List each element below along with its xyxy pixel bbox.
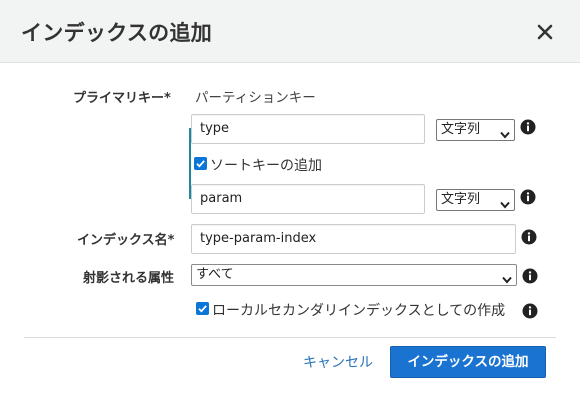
cancel-button[interactable]: キャンセル [303,352,373,372]
lsi-checkbox-row[interactable]: ローカルセカンダリインデックスとしての作成 [196,300,512,319]
partition-key-label: パーティションキー [195,90,316,106]
sort-key-type-value: 文字列 [441,192,481,207]
projected-attributes-value: すべて [196,267,234,282]
dialog-header: インデックスの追加 [0,0,580,63]
partition-key-type-select[interactable]: 文字列 [436,119,515,141]
info-icon[interactable] [522,303,538,319]
sort-key-input[interactable]: param [191,184,425,214]
lsi-checkbox[interactable] [196,302,209,315]
primary-key-label: プライマリキー* [73,91,171,106]
index-name-input[interactable]: type-param-index [191,224,516,254]
info-icon[interactable] [522,268,538,284]
checkmark-icon [196,160,205,168]
info-icon[interactable] [520,189,536,205]
info-icon[interactable] [520,119,536,135]
chevron-down-icon [502,271,512,291]
add-index-dialog: インデックスの追加 プライマリキー* パーティションキー type 文字列 ソー… [0,0,580,393]
chevron-down-icon [500,126,510,146]
index-name-label: インデックス名* [77,233,175,248]
sort-key-checkbox-label: ソートキーの追加 [210,158,322,174]
close-icon[interactable] [534,21,556,43]
partition-key-type-value: 文字列 [441,122,481,137]
dialog-title: インデックスの追加 [21,21,213,45]
footer-divider [24,337,556,338]
lsi-checkbox-label: ローカルセカンダリインデックスとしての作成 [212,303,506,319]
projected-attributes-select[interactable]: すべて [191,264,517,286]
sort-key-type-select[interactable]: 文字列 [436,189,515,211]
chevron-down-icon [500,196,510,216]
add-index-button[interactable]: インデックスの追加 [390,346,546,378]
sort-key-checkbox-row[interactable]: ソートキーの追加 [194,155,394,174]
checkmark-icon [198,305,207,313]
projected-attributes-label: 射影される属性 [83,271,175,286]
info-icon[interactable] [521,229,537,245]
sort-key-checkbox[interactable] [194,157,207,170]
partition-key-input[interactable]: type [191,114,425,144]
